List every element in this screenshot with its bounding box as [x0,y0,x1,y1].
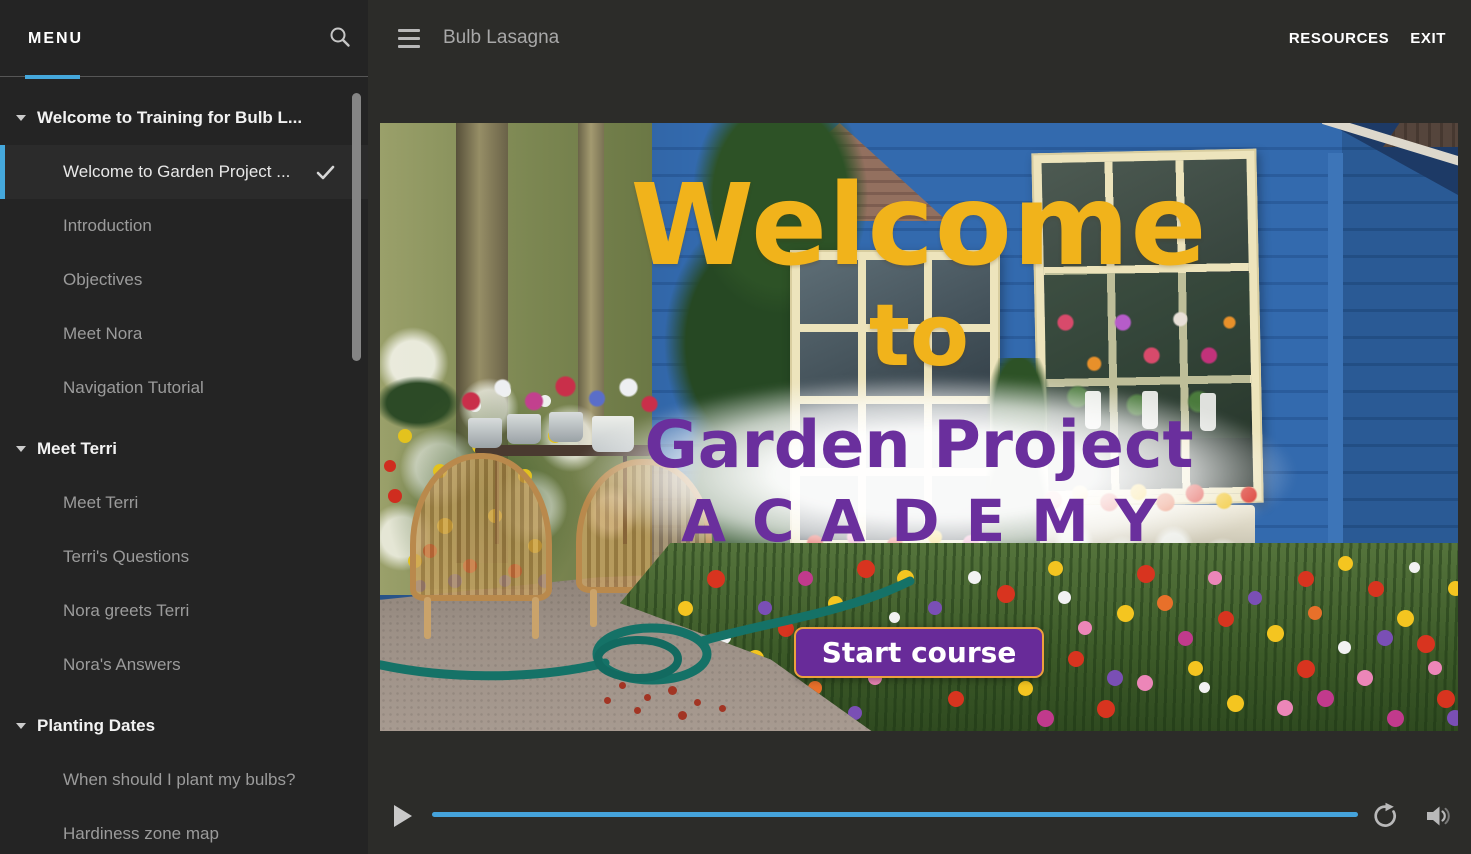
lesson-item-navigation-tutorial[interactable]: Navigation Tutorial [0,361,368,415]
lesson-title: Introduction [63,216,152,235]
lesson-title: Objectives [63,270,143,289]
section-title: Meet Terri [37,439,117,458]
resources-button[interactable]: RESOURCES [1289,30,1389,47]
lesson-item-terris-questions[interactable]: Terri's Questions [0,530,368,584]
search-icon[interactable] [329,26,351,48]
lesson-item-nora-greets-terri[interactable]: Nora greets Terri [0,584,368,638]
tab-menu[interactable]: MENU [25,0,84,79]
slide-heading-line1: Welcome [630,161,1208,291]
course-title: Bulb Lasagna [443,27,560,48]
course-player-window: MENU Welcome to Training for Bulb L... W… [0,0,1471,854]
slide-heading-line2: to [868,286,970,387]
menu-tab-label: MENU [28,29,84,47]
lesson-item-objectives[interactable]: Objectives [0,253,368,307]
lesson-title: Meet Nora [63,324,143,343]
seekbar-progress [432,812,1358,817]
section-title: Planting Dates [37,716,156,735]
slide-subheading-line1: Garden Project [644,408,1194,484]
exit-button[interactable]: EXIT [1410,30,1446,47]
lesson-title: Nora's Answers [63,655,181,674]
slide-text-overlay: Welcome to Garden Project ACADEMY Start … [380,123,1458,731]
menu-toggle-icon[interactable] [398,29,420,48]
lesson-title: Terri's Questions [63,547,190,566]
lesson-item-noras-answers[interactable]: Nora's Answers [0,638,368,692]
lesson-item-when-plant-bulbs[interactable]: When should I plant my bulbs? [0,753,368,807]
play-button[interactable] [394,805,412,827]
volume-button[interactable] [1426,805,1452,827]
player-main-area: Bulb Lasagna RESOURCES EXIT Welcome to G… [368,0,1471,854]
section-header-welcome[interactable]: Welcome to Training for Bulb L... [0,91,368,145]
sidebar-header: MENU [0,0,368,79]
section-title: Welcome to Training for Bulb L... [37,108,303,127]
lesson-title: When should I plant my bulbs? [63,770,296,789]
section-header-planting-dates[interactable]: Planting Dates [0,699,368,753]
lesson-item-meet-nora[interactable]: Meet Nora [0,307,368,361]
section-header-meet-terri[interactable]: Meet Terri [0,422,368,476]
seekbar[interactable] [432,812,1358,817]
lesson-title: Meet Terri [63,493,139,512]
lesson-item-meet-terri[interactable]: Meet Terri [0,476,368,530]
course-menu-sidebar: MENU Welcome to Training for Bulb L... W… [0,0,368,854]
caret-down-icon [16,115,26,121]
top-nav: RESOURCES EXIT [1289,30,1446,47]
start-course-button[interactable]: Start course [793,627,1045,679]
lesson-item-introduction[interactable]: Introduction [0,199,368,253]
caret-down-icon [16,446,26,452]
lesson-item-hardiness-zone-map[interactable]: Hardiness zone map [0,807,368,854]
lesson-item-welcome-garden[interactable]: Welcome to Garden Project ... [0,145,368,199]
lesson-list: Welcome to Training for Bulb L... Welcom… [0,78,368,854]
lesson-title: Welcome to Garden Project ... [63,162,291,181]
slide-canvas: Welcome to Garden Project ACADEMY Start … [380,123,1458,731]
lesson-title: Hardiness zone map [63,824,219,843]
lesson-title: Navigation Tutorial [63,378,204,397]
caret-down-icon [16,723,26,729]
top-bar: Bulb Lasagna RESOURCES EXIT [368,0,1471,77]
sidebar-scrollbar-thumb[interactable] [352,93,361,361]
lesson-title: Nora greets Terri [63,601,190,620]
slide-subheading-line2: ACADEMY [681,487,1183,556]
check-icon [316,165,335,180]
replay-button[interactable] [1372,802,1400,830]
